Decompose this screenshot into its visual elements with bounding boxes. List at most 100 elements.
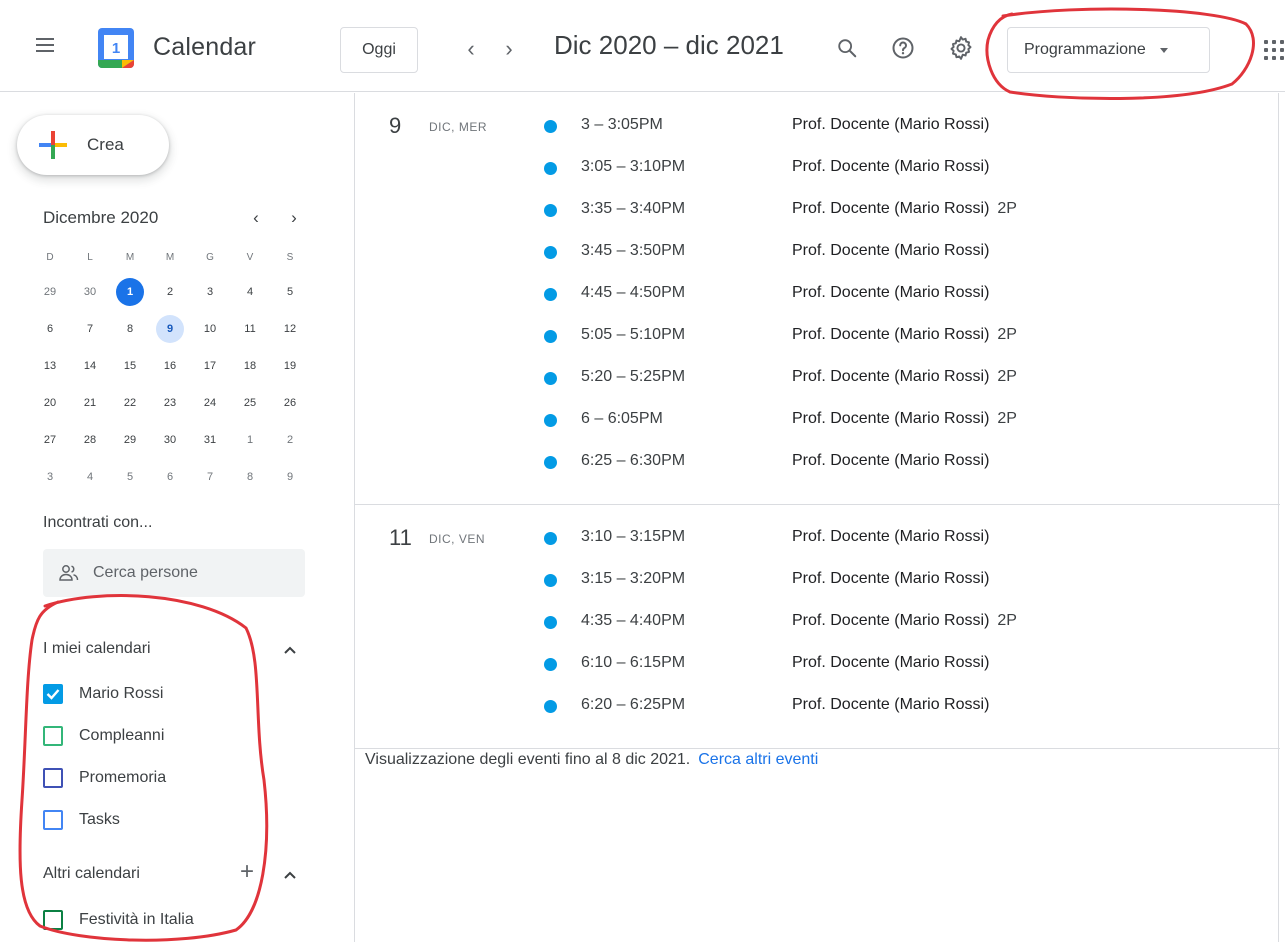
- event-title-text: Prof. Docente (Mario Rossi): [792, 158, 990, 175]
- checkbox-icon[interactable]: [43, 768, 63, 788]
- gear-icon[interactable]: [946, 33, 976, 63]
- mini-calendar-day[interactable]: 5: [270, 278, 310, 306]
- previous-period-icon[interactable]: ‹: [456, 34, 486, 64]
- event-row[interactable]: 3:35 – 3:40PM Prof. Docente (Mario Rossi)…: [355, 189, 1280, 231]
- checkbox-icon[interactable]: [43, 726, 63, 746]
- calendar-item[interactable]: Promemoria: [43, 764, 166, 792]
- mini-calendar-day[interactable]: 25: [230, 389, 270, 417]
- mini-calendar-day[interactable]: 20: [30, 389, 70, 417]
- mini-calendar-day-number: 5: [286, 285, 294, 298]
- next-period-icon[interactable]: ›: [494, 34, 524, 64]
- event-title-text: Prof. Docente (Mario Rossi): [792, 528, 990, 545]
- event-row[interactable]: 3:10 – 3:15PM Prof. Docente (Mario Rossi): [355, 517, 1280, 559]
- event-row[interactable]: 6:20 – 6:25PM Prof. Docente (Mario Rossi): [355, 685, 1280, 727]
- mini-calendar-day[interactable]: 2: [150, 278, 190, 306]
- mini-calendar-day[interactable]: 8: [110, 315, 150, 343]
- top-bar: 1 Calendar Oggi ‹ › Dic 2020 – dic 2021 …: [0, 0, 1285, 92]
- mini-calendar-day[interactable]: 3: [30, 463, 70, 491]
- event-color-dot: [544, 658, 557, 671]
- search-people-input[interactable]: Cerca persone: [43, 549, 305, 597]
- mini-calendar-day[interactable]: 3: [190, 278, 230, 306]
- mini-calendar-day[interactable]: 23: [150, 389, 190, 417]
- mini-calendar-day[interactable]: 15: [110, 352, 150, 380]
- calendar-item[interactable]: Mario Rossi: [43, 680, 163, 708]
- event-title: Prof. Docente (Mario Rossi): [792, 242, 989, 260]
- mini-calendar-day[interactable]: 5: [110, 463, 150, 491]
- event-time: 3:15 – 3:20PM: [581, 570, 686, 587]
- calendar-item[interactable]: Tasks: [43, 806, 120, 834]
- checkbox-icon[interactable]: [43, 810, 63, 830]
- mini-calendar-day[interactable]: 11: [230, 315, 270, 343]
- mini-calendar-day[interactable]: 16: [150, 352, 190, 380]
- event-time: 3:45 – 3:50PM: [581, 242, 686, 259]
- schedule-view: Visualizzazione degli eventi fino al 8 d…: [354, 93, 1280, 942]
- event-row[interactable]: 6:10 – 6:15PM Prof. Docente (Mario Rossi): [355, 643, 1280, 685]
- mini-calendar-day[interactable]: 13: [30, 352, 70, 380]
- mini-calendar-day[interactable]: 29: [110, 426, 150, 454]
- mini-calendar-day[interactable]: 6: [150, 463, 190, 491]
- mini-calendar-day-number: 17: [203, 359, 217, 372]
- event-row[interactable]: 3:05 – 3:10PM Prof. Docente (Mario Rossi): [355, 147, 1280, 189]
- mini-calendar-day[interactable]: 30: [150, 426, 190, 454]
- event-row[interactable]: 3:45 – 3:50PM Prof. Docente (Mario Rossi): [355, 231, 1280, 273]
- mini-calendar-day[interactable]: 24: [190, 389, 230, 417]
- mini-calendar-day[interactable]: 4: [230, 278, 270, 306]
- apps-grid-icon[interactable]: [1264, 40, 1285, 60]
- mini-calendar-day[interactable]: 29: [30, 278, 70, 306]
- mini-calendar-day-number: 13: [43, 359, 57, 372]
- mini-calendar-day[interactable]: 26: [270, 389, 310, 417]
- mini-calendar-day[interactable]: 9: [150, 314, 190, 343]
- mini-calendar-day[interactable]: 22: [110, 389, 150, 417]
- search-icon[interactable]: [832, 33, 862, 63]
- mini-calendar-day[interactable]: 18: [230, 352, 270, 380]
- mini-calendar-day[interactable]: 14: [70, 352, 110, 380]
- mini-calendar-day[interactable]: 28: [70, 426, 110, 454]
- checkbox-icon[interactable]: [43, 910, 63, 930]
- find-more-events-link[interactable]: Cerca altri eventi: [698, 751, 818, 768]
- mini-calendar-day[interactable]: 1: [110, 277, 150, 306]
- add-other-calendar-icon[interactable]: +: [237, 860, 257, 884]
- mini-calendar-day[interactable]: 7: [190, 463, 230, 491]
- help-icon[interactable]: [888, 33, 918, 63]
- event-row[interactable]: 6 – 6:05PM Prof. Docente (Mario Rossi) 2P: [355, 399, 1280, 441]
- today-button[interactable]: Oggi: [340, 27, 418, 73]
- checkbox-checked-icon[interactable]: [43, 684, 63, 704]
- collapse-my-calendars-icon[interactable]: [280, 640, 300, 660]
- mini-calendar-day[interactable]: 19: [270, 352, 310, 380]
- event-row[interactable]: 4:45 – 4:50PM Prof. Docente (Mario Rossi): [355, 273, 1280, 315]
- view-selector-dropdown[interactable]: Programmazione: [1007, 27, 1210, 73]
- mini-calendar-day[interactable]: 17: [190, 352, 230, 380]
- mini-calendar-day[interactable]: 30: [70, 278, 110, 306]
- mini-calendar-day-number: 24: [203, 396, 217, 409]
- event-row[interactable]: 6:25 – 6:30PM Prof. Docente (Mario Rossi): [355, 441, 1280, 483]
- mini-calendar-day[interactable]: 9: [270, 463, 310, 491]
- event-row[interactable]: 5:05 – 5:10PM Prof. Docente (Mario Rossi)…: [355, 315, 1280, 357]
- mini-calendar-next-icon[interactable]: ›: [282, 206, 306, 230]
- create-button[interactable]: Crea: [17, 115, 169, 175]
- mini-calendar-day[interactable]: 12: [270, 315, 310, 343]
- mini-calendar-day[interactable]: 21: [70, 389, 110, 417]
- mini-calendar-day[interactable]: 7: [70, 315, 110, 343]
- mini-calendar-day-number: 15: [123, 359, 137, 372]
- event-row[interactable]: 5:20 – 5:25PM Prof. Docente (Mario Rossi)…: [355, 357, 1280, 399]
- mini-calendar-prev-icon[interactable]: ‹: [244, 206, 268, 230]
- calendar-item[interactable]: Compleanni: [43, 722, 164, 750]
- other-calendars-title[interactable]: Altri calendari: [43, 865, 140, 883]
- mini-calendar-day[interactable]: 31: [190, 426, 230, 454]
- calendar-item[interactable]: Festività in Italia: [43, 906, 194, 934]
- mini-calendar-day[interactable]: 2: [270, 426, 310, 454]
- mini-calendar-day[interactable]: 8: [230, 463, 270, 491]
- mini-calendar-day[interactable]: 27: [30, 426, 70, 454]
- mini-calendar-day[interactable]: 1: [230, 426, 270, 454]
- main-menu-icon[interactable]: [30, 34, 60, 64]
- event-row[interactable]: 4:35 – 4:40PM Prof. Docente (Mario Rossi)…: [355, 601, 1280, 643]
- mini-calendar-day[interactable]: 6: [30, 315, 70, 343]
- mini-calendar-day[interactable]: 10: [190, 315, 230, 343]
- mini-calendar-day[interactable]: 4: [70, 463, 110, 491]
- event-row[interactable]: 3:15 – 3:20PM Prof. Docente (Mario Rossi): [355, 559, 1280, 601]
- my-calendars-title[interactable]: I miei calendari: [43, 640, 151, 658]
- event-title: Prof. Docente (Mario Rossi): [792, 528, 989, 546]
- event-row[interactable]: 3 – 3:05PM Prof. Docente (Mario Rossi): [355, 105, 1280, 147]
- mini-calendar-week: 27 28 29 30 31 1 2: [30, 421, 310, 458]
- collapse-other-calendars-icon[interactable]: [280, 865, 300, 885]
